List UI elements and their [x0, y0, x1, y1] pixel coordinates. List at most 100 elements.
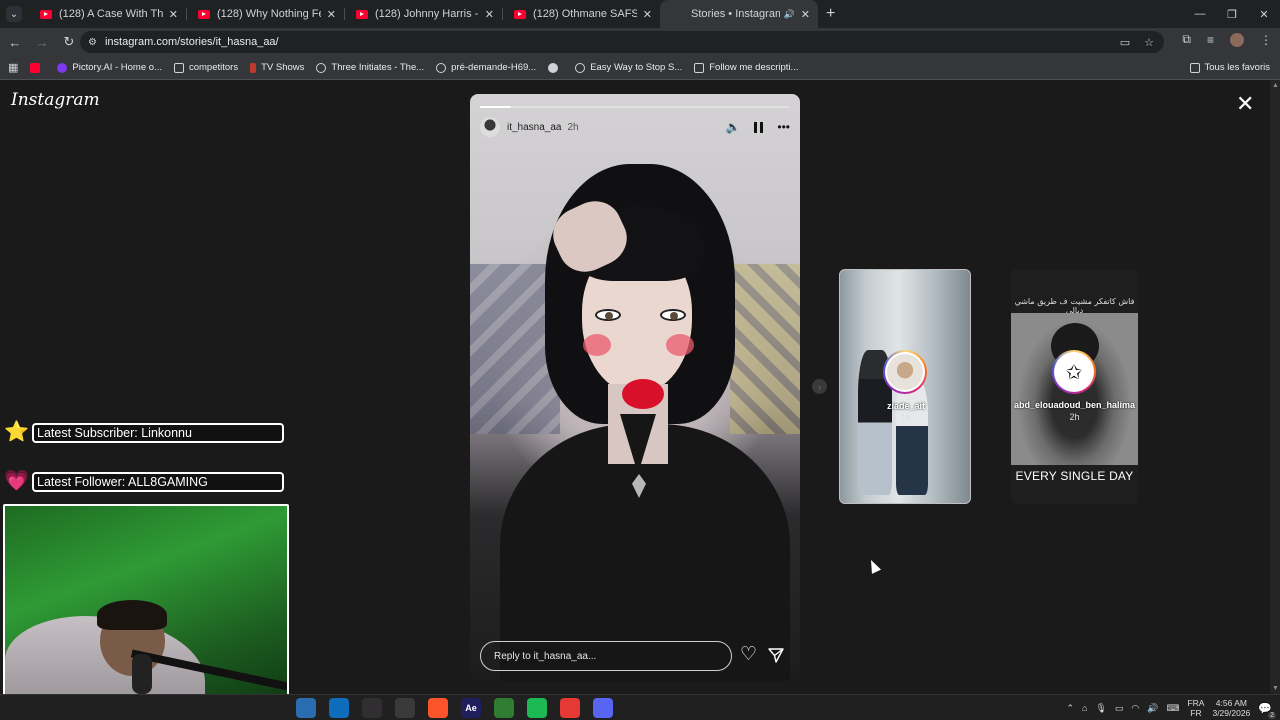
obs-icon[interactable] — [362, 698, 382, 718]
story-header: it_hasna_aa 2h 🔈 ••• — [480, 116, 790, 138]
story-player[interactable]: it_hasna_aa 2h 🔈 ••• ♡ — [470, 94, 800, 681]
tab-search-icon[interactable]: ⌄ — [6, 6, 22, 22]
browser-tab-active[interactable]: Stories • Instagram 🔊 ✕ — [660, 0, 818, 100]
folder-icon — [1189, 62, 1200, 73]
chrome-icon[interactable] — [560, 698, 580, 718]
close-tab-icon[interactable]: ✕ — [801, 8, 810, 21]
close-tab-icon[interactable]: ✕ — [327, 8, 336, 21]
speaker-icon[interactable]: 🔊 — [784, 9, 795, 20]
profile-avatar[interactable] — [1230, 32, 1244, 47]
network-icon[interactable]: ⌂ — [1082, 703, 1087, 713]
outlook-icon[interactable] — [329, 698, 349, 718]
close-tab-icon[interactable]: ✕ — [169, 8, 178, 21]
story-progress-bar — [480, 106, 790, 108]
bookmark-star-icon[interactable]: ☆ — [1144, 36, 1154, 49]
bookmark-item[interactable]: Three Initiates - The... — [316, 62, 424, 73]
story-avatar[interactable] — [480, 117, 500, 137]
media-control-icon[interactable]: ≡ — [1207, 33, 1214, 47]
back-icon[interactable]: ← — [3, 35, 27, 50]
notification-count: 2 — [1268, 711, 1276, 719]
youtube-icon — [356, 9, 368, 19]
browser-tab[interactable]: (128) A Case With The Most IN ✕ — [28, 0, 186, 28]
close-tab-icon[interactable]: ✕ — [485, 8, 494, 21]
clock[interactable]: 4:56 AM 3/29/2026 — [1212, 698, 1250, 718]
site-info-icon[interactable]: ⚙ — [88, 37, 97, 48]
bookmark-item[interactable]: TV Shows — [250, 62, 304, 73]
wifi-icon[interactable]: ◠ — [1131, 703, 1139, 714]
next-story-card[interactable]: ziade_ait 1h — [839, 269, 971, 504]
microphone-icon[interactable]: 🎙 — [1095, 703, 1106, 714]
browser-tab[interactable]: (128) Johnny Harris - YouTube ✕ — [344, 0, 502, 28]
chevron-up-icon[interactable]: ⌃ — [1066, 703, 1074, 714]
bookmark-item[interactable] — [30, 62, 45, 73]
bookmark-item[interactable]: Easy Way to Stop S... — [575, 62, 682, 73]
volume-icon[interactable]: 🔊 — [1147, 703, 1158, 714]
notification-icon[interactable]: 💬 2 — [1258, 702, 1276, 719]
globe-icon — [436, 62, 447, 73]
globe-icon — [548, 62, 559, 73]
davinci-icon[interactable] — [395, 698, 415, 718]
menu-icon[interactable]: ⋮ — [1260, 33, 1272, 47]
next-story-arrow-icon[interactable]: › — [812, 379, 827, 394]
new-tab-button[interactable]: + — [826, 5, 835, 23]
tab-title: Stories • Instagram — [691, 8, 780, 20]
region-code: FR — [1190, 708, 1202, 718]
webcam-feed — [3, 504, 289, 718]
pause-icon[interactable] — [754, 121, 764, 133]
minimize-icon[interactable]: — — [1184, 0, 1216, 28]
bookmark-item[interactable]: Pictory.AI - Home o... — [57, 62, 162, 73]
photos-icon[interactable] — [494, 698, 514, 718]
language-indicator[interactable]: FRA FR — [1187, 698, 1204, 718]
more-options-icon[interactable]: ••• — [777, 120, 790, 134]
keyboard-icon[interactable]: ⌨ — [1166, 703, 1179, 714]
reload-icon[interactable]: ↻ — [57, 34, 81, 50]
story-image — [595, 309, 621, 321]
pentagram-icon: ✩ — [1056, 354, 1092, 390]
page-scrollbar[interactable]: ▲ ▼ — [1270, 80, 1280, 694]
cast-icon[interactable]: ▭ — [1120, 36, 1130, 49]
apps-grid-icon[interactable]: ▦ — [8, 61, 18, 74]
address-bar[interactable]: ⚙ instagram.com/stories/it_hasna_aa/ ▭ ☆ — [80, 31, 1164, 53]
all-bookmarks[interactable]: Tous les favoris — [1189, 62, 1270, 73]
story-ring-avatar[interactable] — [883, 350, 927, 394]
scroll-down-icon[interactable]: ▼ — [1272, 685, 1279, 692]
forward-icon[interactable]: → — [30, 35, 54, 50]
bookmark-item[interactable]: Follow me descripti... — [694, 62, 798, 73]
bookmark-label: competitors — [188, 62, 239, 73]
tab-title: (128) Johnny Harris - YouTube — [375, 8, 479, 20]
store-icon[interactable] — [296, 698, 316, 718]
after-effects-icon[interactable]: Ae — [461, 698, 481, 718]
browser-tab[interactable]: (128) Othmane SAFSAFI - YouTu ✕ — [502, 0, 660, 28]
brave-icon[interactable] — [428, 698, 448, 718]
scroll-up-icon[interactable]: ▲ — [1272, 82, 1279, 89]
restore-icon[interactable]: ❐ — [1216, 0, 1248, 28]
microphone-icon — [132, 654, 152, 694]
discord-icon[interactable] — [593, 698, 613, 718]
like-heart-icon[interactable]: ♡ — [740, 643, 757, 666]
mouse-cursor-icon — [866, 557, 882, 574]
youtube-icon — [40, 9, 52, 19]
story-ring-avatar[interactable]: ✩ — [1052, 350, 1096, 394]
close-tab-icon[interactable]: ✕ — [643, 8, 652, 21]
windows-taskbar: Ae ⌃ ⌂ 🎙 ▭ ◠ 🔊 ⌨ FRA FR 4:56 AM 3/29/202… — [0, 694, 1280, 720]
bookmark-item[interactable]: competitors — [173, 62, 239, 73]
close-stories-button[interactable]: ✕ — [1236, 93, 1254, 115]
tab-title: (128) Othmane SAFSAFI - YouTu — [533, 8, 637, 20]
window-controls: — ❐ ✕ — [1184, 0, 1280, 28]
page-icon — [694, 62, 705, 73]
display-icon[interactable]: ▭ — [1115, 703, 1124, 714]
browser-tab[interactable]: (128) Why Nothing Feels Excitin ✕ — [186, 0, 344, 28]
next-story-card[interactable]: فاش كاتفكر مشيت ف طريق ماشي ديالي ✩ abd_… — [1011, 269, 1138, 504]
reply-input[interactable] — [480, 641, 732, 671]
spotify-icon[interactable] — [527, 698, 547, 718]
next-story-time: 2h — [1069, 412, 1080, 422]
bookmark-item[interactable]: pré-demande-H69... — [436, 62, 536, 73]
volume-icon[interactable]: 🔈 — [725, 120, 740, 134]
close-window-icon[interactable]: ✕ — [1248, 0, 1280, 28]
next-story-username: abd_elouadoud_ben_halima — [1013, 400, 1136, 410]
send-icon[interactable] — [768, 647, 784, 663]
instagram-logo[interactable]: Instagram — [11, 90, 100, 110]
story-username[interactable]: it_hasna_aa — [507, 122, 562, 133]
extensions-icon[interactable]: ⧉ — [1182, 32, 1191, 47]
bookmark-item[interactable] — [548, 62, 563, 73]
